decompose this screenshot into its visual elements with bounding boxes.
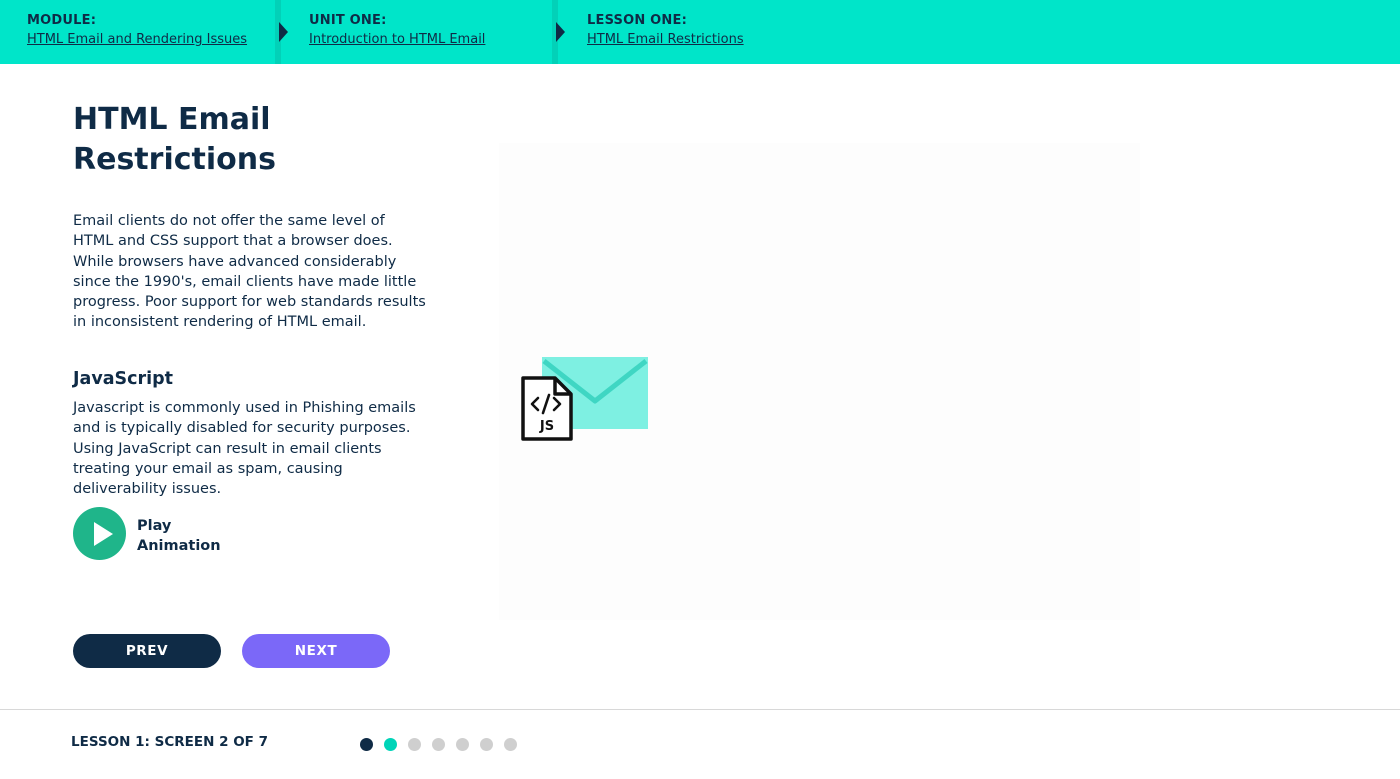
breadcrumb-unit-label: UNIT ONE: [309,13,387,28]
play-animation-button[interactable]: Play Animation [73,507,253,561]
breadcrumb-arrow-icon [279,22,288,42]
js-file-icon: JS [521,376,573,441]
progress-dot[interactable] [432,738,445,751]
breadcrumb-module-label: MODULE: [27,13,97,28]
next-button[interactable]: NEXT [242,634,390,668]
footer-divider [0,709,1400,710]
section-heading: JavaScript [73,369,174,389]
breadcrumb-unit-link[interactable]: Introduction to HTML Email [309,32,485,47]
progress-dot[interactable] [504,738,517,751]
breadcrumb-bar: MODULE: HTML Email and Rendering Issues … [0,0,1400,64]
breadcrumb-module-link[interactable]: HTML Email and Rendering Issues [27,32,247,47]
progress-label: LESSON 1: SCREEN 2 OF 7 [71,734,268,750]
js-file-label: JS [539,419,554,434]
breadcrumb-lesson-label: LESSON ONE: [587,13,687,28]
progress-dot[interactable] [360,738,373,751]
progress-dot[interactable] [456,738,469,751]
section-paragraph: Javascript is commonly used in Phishing … [73,400,416,498]
progress-dot[interactable] [384,738,397,751]
breadcrumb-lesson: LESSON ONE: HTML Email Restrictions [587,0,744,64]
play-animation-label: Play Animation [137,518,221,554]
progress-dot[interactable] [480,738,493,751]
breadcrumb-module: MODULE: HTML Email and Rendering Issues [27,0,247,64]
play-icon[interactable] [73,507,126,560]
breadcrumb-arrow-icon [556,22,565,42]
progress-dot[interactable] [408,738,421,751]
intro-paragraph: Email clients do not offer the same leve… [73,213,426,331]
page-title: HTML Email Restrictions [73,102,276,177]
prev-button[interactable]: PREV [73,634,221,668]
breadcrumb-lesson-link[interactable]: HTML Email Restrictions [587,32,744,47]
breadcrumb-unit: UNIT ONE: Introduction to HTML Email [309,0,485,64]
